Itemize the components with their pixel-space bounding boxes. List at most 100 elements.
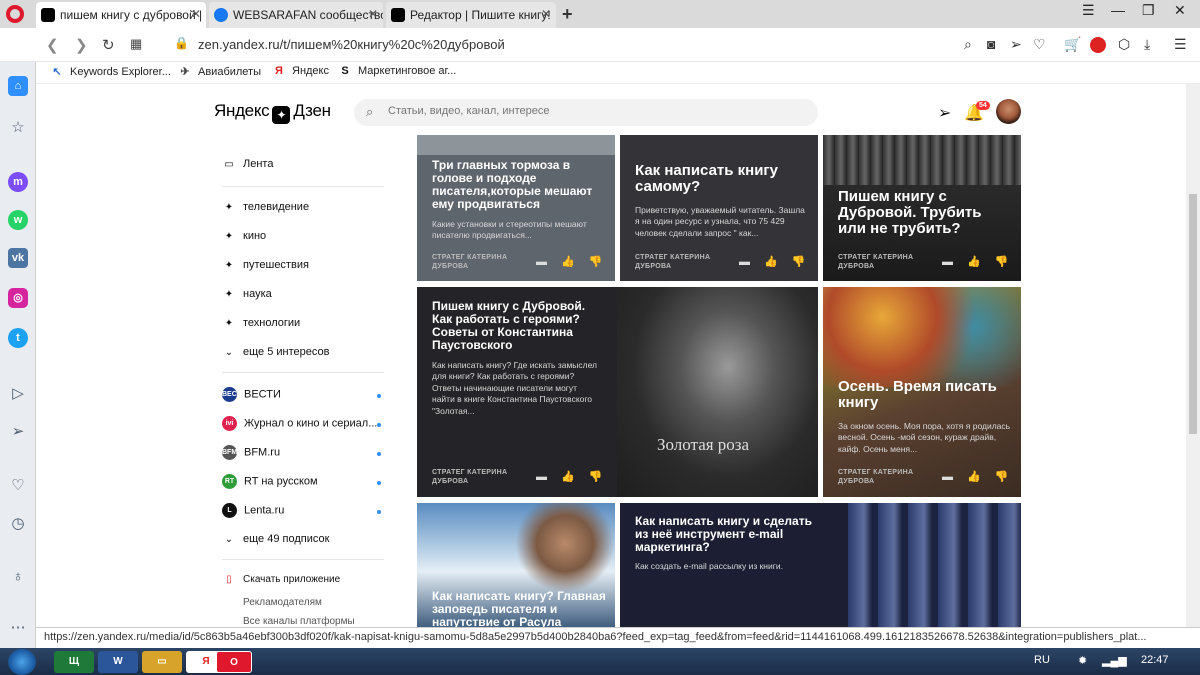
- maximize-button[interactable]: ❐: [1142, 2, 1155, 19]
- card-actions: ▬ 👍 👎: [522, 470, 602, 483]
- bookmark-avia[interactable]: ✈ Авиабилеты: [178, 65, 261, 78]
- article-card[interactable]: Пишем книгу с Дубровой. Трубить или не т…: [823, 135, 1021, 281]
- send-icon[interactable]: ➢: [938, 103, 951, 123]
- block-icon[interactable]: ▬: [942, 256, 953, 268]
- reload-button[interactable]: ↻: [102, 36, 115, 54]
- search-icon[interactable]: ⌕: [964, 36, 972, 53]
- home-icon[interactable]: ⌂: [8, 76, 28, 96]
- article-card[interactable]: Как написать книгу? Главная заповедь пис…: [417, 503, 615, 627]
- card-title: Пишем книгу с Дубровой. Трубить или не т…: [838, 188, 982, 238]
- whatsapp-icon[interactable]: w: [8, 210, 28, 230]
- word-icon[interactable]: W: [98, 651, 138, 673]
- dislike-icon[interactable]: 👎: [589, 471, 603, 483]
- like-icon[interactable]: 👍: [561, 471, 575, 483]
- opera-menu-icon[interactable]: [6, 5, 24, 23]
- close-tab-icon[interactable]: ✕: [368, 7, 378, 21]
- menu-interest[interactable]: ✦ путешествия: [222, 259, 309, 271]
- block-icon[interactable]: ▬: [536, 471, 547, 483]
- tab-active[interactable]: пишем книгу с дубровой | ✕: [36, 2, 206, 28]
- new-tab-button[interactable]: +: [562, 4, 573, 25]
- menu-feed[interactable]: ▭ Лента: [222, 158, 273, 170]
- block-icon[interactable]: ▬: [536, 256, 547, 268]
- close-tab-icon[interactable]: ✕: [541, 7, 551, 21]
- channel-bfm[interactable]: BFM BFM.ru: [222, 445, 280, 460]
- instagram-icon[interactable]: ◎: [8, 288, 28, 308]
- like-icon[interactable]: 👍: [967, 256, 981, 268]
- signal-icon[interactable]: ▂▄▆: [1102, 654, 1127, 667]
- like-icon[interactable]: 👍: [764, 256, 778, 268]
- block-icon[interactable]: ▬: [739, 256, 750, 268]
- bookmark-keywords[interactable]: ↖ Keywords Explorer...: [50, 65, 170, 78]
- fox-tray-icon[interactable]: ✹: [1078, 654, 1087, 667]
- lightbulb-icon[interactable]: ♁: [9, 568, 27, 585]
- more-icon[interactable]: ⋯: [9, 618, 27, 636]
- channel-ivi[interactable]: ivi Журнал о кино и сериал...: [222, 416, 377, 431]
- cart-icon[interactable]: 🛒: [1064, 36, 1081, 53]
- article-card[interactable]: Как написать книгу самому? Приветствую, …: [620, 135, 818, 281]
- adblock-icon[interactable]: [1090, 37, 1106, 53]
- heart-icon[interactable]: ♡: [1033, 36, 1046, 53]
- article-card[interactable]: Как написать книгу и сделать из неё инст…: [620, 503, 1021, 627]
- player-icon[interactable]: ▷: [9, 384, 27, 402]
- twitter-icon[interactable]: t: [8, 328, 28, 348]
- speed-dial-icon[interactable]: ▦: [130, 36, 142, 52]
- url-field[interactable]: zen.yandex.ru/t/пишем%20книгу%20с%20дубр…: [198, 37, 505, 52]
- opera-taskbar-icon[interactable]: O: [216, 651, 252, 673]
- channel-vesti[interactable]: ВЕСТИВЕСТИ: [222, 387, 281, 402]
- bookmark-yandex[interactable]: Я Яндекс: [272, 65, 329, 77]
- channel-lenta[interactable]: L Lenta.ru: [222, 503, 284, 518]
- start-button[interactable]: [8, 649, 36, 675]
- download-app-link[interactable]: ▯ Скачать приложение: [222, 574, 340, 585]
- dislike-icon[interactable]: 👎: [792, 256, 806, 268]
- forward-button[interactable]: ❯: [75, 36, 88, 54]
- block-icon[interactable]: ▬: [942, 471, 953, 483]
- like-icon[interactable]: 👍: [561, 256, 575, 268]
- all-channels-link[interactable]: Все каналы платформы: [243, 616, 355, 627]
- search-box[interactable]: ⌕: [354, 99, 818, 126]
- scrollbar[interactable]: [1186, 84, 1200, 627]
- scrollbar-thumb[interactable]: [1189, 194, 1197, 434]
- like-icon[interactable]: 👍: [967, 471, 981, 483]
- channel-rt[interactable]: RT RT на русском: [222, 474, 318, 489]
- lock-icon[interactable]: 🔒: [174, 36, 189, 50]
- search-input[interactable]: [388, 105, 788, 117]
- advertisers-link[interactable]: Рекламодателям: [243, 597, 322, 608]
- close-tab-icon[interactable]: ✕: [191, 7, 201, 21]
- avatar[interactable]: [996, 99, 1021, 124]
- folder-icon[interactable]: ▭: [142, 651, 182, 673]
- article-card[interactable]: Три главных тормоза в голове и подходе п…: [417, 135, 615, 281]
- zen-logo[interactable]: Яндекс ✦ Дзен: [214, 101, 331, 124]
- close-window-button[interactable]: ✕: [1174, 2, 1186, 19]
- camera-icon[interactable]: ◙: [987, 36, 995, 52]
- menu-more-interests[interactable]: ⌄ еще 5 интересов: [222, 346, 330, 358]
- vk-icon[interactable]: vk: [8, 248, 28, 268]
- easy-setup-icon[interactable]: ☰: [1174, 36, 1187, 53]
- menu-more-subs[interactable]: ⌄ еще 49 подписок: [222, 533, 330, 545]
- menu-interest[interactable]: ✦ телевидение: [222, 201, 309, 213]
- menu-interest[interactable]: ✦ наука: [222, 288, 272, 300]
- tab-menu-icon[interactable]: ☰: [1082, 2, 1095, 19]
- language-indicator[interactable]: RU: [1034, 654, 1050, 666]
- minimize-button[interactable]: —: [1111, 2, 1125, 18]
- dislike-icon[interactable]: 👎: [589, 256, 603, 268]
- opera-sidebar: ⌂ ☆ m w vk ◎ t ▷ ➢ ♡ ◷ ♁ ⋯: [0, 62, 36, 648]
- star-icon[interactable]: ☆: [9, 118, 27, 136]
- download-icon[interactable]: ⤓: [1144, 36, 1150, 53]
- send-icon[interactable]: ➢: [1010, 36, 1022, 53]
- tab-editor[interactable]: Редактор | Пишите книгу! ✕: [386, 2, 556, 28]
- history-clock-icon[interactable]: ◷: [9, 514, 27, 532]
- extension-cube-icon[interactable]: ⬡: [1118, 36, 1130, 53]
- taskbar-app-icon[interactable]: Щ: [54, 651, 94, 673]
- dislike-icon[interactable]: 👎: [995, 471, 1009, 483]
- bookmark-marketing[interactable]: S Маркетинговое аг...: [338, 65, 456, 77]
- heart-icon[interactable]: ♡: [9, 476, 27, 494]
- back-button[interactable]: ❮: [46, 36, 59, 54]
- send-icon[interactable]: ➢: [9, 422, 27, 440]
- article-card[interactable]: Золотая роза Пишем книгу с Дубровой. Как…: [417, 287, 818, 497]
- messenger-icon[interactable]: m: [8, 172, 28, 192]
- tab-websarafan[interactable]: WEBSARAFAN сообщество ✕: [209, 2, 383, 28]
- menu-interest[interactable]: ✦ технологии: [222, 317, 300, 329]
- dislike-icon[interactable]: 👎: [995, 256, 1009, 268]
- article-card[interactable]: Осень. Время писать книгу За окном осень…: [823, 287, 1021, 497]
- menu-interest[interactable]: ✦ кино: [222, 230, 266, 242]
